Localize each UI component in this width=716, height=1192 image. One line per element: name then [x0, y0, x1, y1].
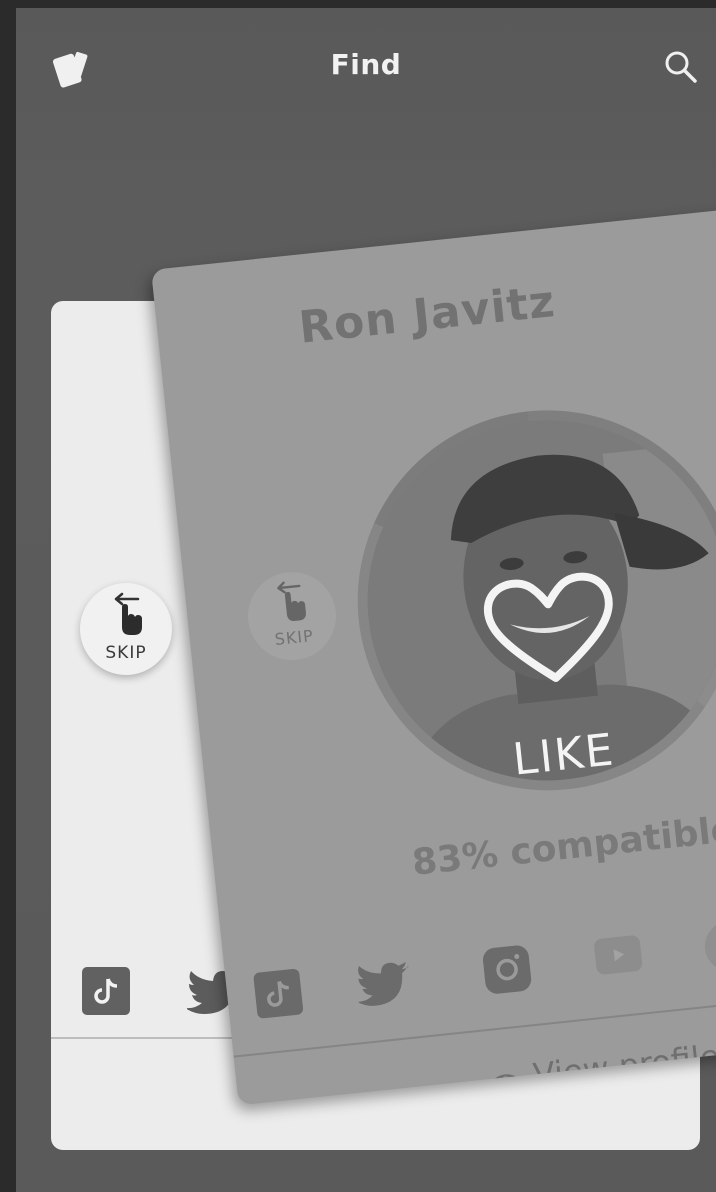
skip-button[interactable]: SKIP — [243, 567, 341, 665]
twitter-icon[interactable] — [355, 958, 417, 1010]
compatibility-text: 83% compatible — [410, 809, 716, 884]
heart-like-icon[interactable] — [475, 563, 627, 697]
instagram-icon[interactable] — [481, 944, 533, 995]
swipe-hand-icon — [114, 592, 142, 635]
profile-name: Ron Javitz — [296, 276, 558, 354]
tiktok-icon[interactable] — [82, 967, 130, 1015]
skip-label: SKIP — [105, 643, 147, 663]
swipe-hand-icon — [277, 581, 306, 621]
skip-button[interactable]: SKIP — [80, 583, 172, 675]
tiktok-icon[interactable] — [253, 968, 304, 1019]
header-bar: Find — [16, 8, 716, 118]
page-title: Find — [330, 48, 402, 81]
skip-label: SKIP — [273, 626, 315, 650]
youtube-icon[interactable] — [593, 934, 643, 976]
search-icon[interactable] — [664, 50, 698, 84]
pinterest-icon[interactable] — [702, 918, 716, 974]
app-screen: Find SKIP Ron Javitz SKIP LIKE 83% compa… — [16, 8, 716, 1192]
profile-card[interactable]: Ron Javitz SKIP LIKE 83% compatible — [151, 203, 716, 1106]
